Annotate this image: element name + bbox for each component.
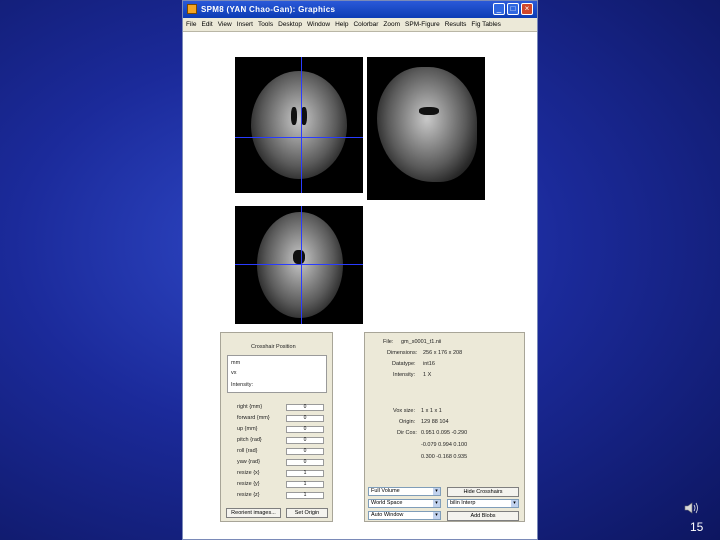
chevron-down-icon: ▾ xyxy=(511,500,518,507)
crosshair-vertical xyxy=(301,206,302,324)
param-field[interactable]: 0 xyxy=(286,459,324,466)
param-label: up {mm} xyxy=(237,426,258,432)
interp-select-value: bilin Interp xyxy=(450,500,476,506)
param-field[interactable]: 0 xyxy=(286,426,324,433)
param-label: right {mm} xyxy=(237,404,263,410)
brain-slice xyxy=(257,212,343,318)
sagittal-view[interactable] xyxy=(367,57,485,200)
window-select-value: Auto Window xyxy=(371,512,404,518)
title-bar[interactable]: SPM8 (YAN Chao-Gan): Graphics _ □ × xyxy=(183,1,537,18)
reorient-images-button[interactable]: Reorient images... xyxy=(226,508,281,518)
dimensions-value: 256 x 176 x 208 xyxy=(423,350,463,356)
info-panel: File: gm_s0001_t1.nii Dimensions: 256 x … xyxy=(364,332,525,522)
intensity-value: 1 X xyxy=(423,372,432,378)
param-label: pitch {rad} xyxy=(237,437,262,443)
param-field[interactable]: 0 xyxy=(286,404,324,411)
param-field[interactable]: 0 xyxy=(286,415,324,422)
menu-tools[interactable]: Tools xyxy=(258,21,273,28)
chevron-down-icon: ▾ xyxy=(433,512,440,519)
intensity-label: Intensity: xyxy=(393,372,416,378)
speaker-icon[interactable] xyxy=(684,501,700,515)
menu-edit[interactable]: Edit xyxy=(201,21,212,28)
param-field[interactable]: 0 xyxy=(286,448,324,455)
reorient-panel: Crosshair Position mm vx Intensity: righ… xyxy=(220,332,333,522)
param-label: resize {x} xyxy=(237,470,260,476)
crosshair-vertical xyxy=(301,57,302,193)
param-label: resize {z} xyxy=(237,492,260,498)
crosshair-horizontal xyxy=(235,137,363,138)
menu-spm-figure[interactable]: SPM-Figure xyxy=(405,21,440,28)
fov-select[interactable]: Full Volume ▾ xyxy=(368,487,441,496)
menu-insert[interactable]: Insert xyxy=(237,21,253,28)
hide-crosshairs-button[interactable]: Hide Crosshairs xyxy=(447,487,519,497)
vox-size-value: 1 x 1 x 1 xyxy=(421,408,442,414)
window-select[interactable]: Auto Window ▾ xyxy=(368,511,441,520)
chevron-down-icon: ▾ xyxy=(433,488,440,495)
list-item: mm xyxy=(231,360,241,366)
brain-slice xyxy=(377,67,477,182)
chevron-down-icon: ▾ xyxy=(433,500,440,507)
list-item: Intensity: xyxy=(231,382,254,388)
axial-view[interactable] xyxy=(235,206,363,324)
set-origin-button[interactable]: Set Origin xyxy=(286,508,328,518)
menu-fig-tables[interactable]: Fig Tables xyxy=(471,21,501,28)
brain-slice xyxy=(251,71,347,179)
param-field[interactable]: 1 xyxy=(286,481,324,488)
file-value: gm_s0001_t1.nii xyxy=(401,339,442,345)
menu-colorbar[interactable]: Colorbar xyxy=(353,21,378,28)
vox-size-label: Vox size: xyxy=(393,408,416,414)
ventricle xyxy=(291,107,297,125)
close-button[interactable]: × xyxy=(521,3,533,15)
param-label: roll {rad} xyxy=(237,448,258,454)
graphics-window: SPM8 (YAN Chao-Gan): Graphics _ □ × File… xyxy=(182,0,538,540)
interp-select[interactable]: bilin Interp ▾ xyxy=(447,499,519,508)
param-label: yaw {rad} xyxy=(237,459,260,465)
menu-results[interactable]: Results xyxy=(445,21,467,28)
dircos-row: 0.300 -0.168 0.935 xyxy=(421,454,468,460)
param-label: forward {mm} xyxy=(237,415,270,421)
dimensions-label: Dimensions: xyxy=(387,350,418,356)
slide-page-number: 15 xyxy=(690,520,704,534)
datatype-value: int16 xyxy=(423,361,435,367)
crosshair-horizontal xyxy=(235,264,363,265)
fov-select-value: Full Volume xyxy=(371,488,400,494)
dircos-row: 0.951 0.095 -0.290 xyxy=(421,430,468,436)
space-select[interactable]: World Space ▾ xyxy=(368,499,441,508)
ventricle xyxy=(293,250,305,264)
maximize-button[interactable]: □ xyxy=(507,3,519,15)
menu-desktop[interactable]: Desktop xyxy=(278,21,302,28)
crosshair-list[interactable]: mm vx Intensity: xyxy=(227,355,327,393)
matlab-icon xyxy=(187,4,197,14)
origin-value: 129 88 104 xyxy=(421,419,449,425)
param-label: resize {y} xyxy=(237,481,260,487)
menu-file[interactable]: File xyxy=(186,21,196,28)
list-item: vx xyxy=(231,370,237,376)
dircos-label: Dir Cos: xyxy=(397,430,417,436)
menu-bar: File Edit View Insert Tools Desktop Wind… xyxy=(183,18,537,32)
param-field[interactable]: 0 xyxy=(286,437,324,444)
coronal-view[interactable] xyxy=(235,57,363,193)
param-field[interactable]: 1 xyxy=(286,492,324,499)
menu-help[interactable]: Help xyxy=(335,21,348,28)
file-label: File: xyxy=(383,339,394,345)
dircos-row: -0.079 0.994 0.100 xyxy=(421,442,468,448)
menu-zoom[interactable]: Zoom xyxy=(383,21,400,28)
minimize-button[interactable]: _ xyxy=(493,3,505,15)
menu-window[interactable]: Window xyxy=(307,21,330,28)
crosshair-position-title: Crosshair Position xyxy=(251,344,296,350)
add-blobs-button[interactable]: Add Blobs xyxy=(447,511,519,521)
window-title: SPM8 (YAN Chao-Gan): Graphics xyxy=(201,5,336,14)
origin-label: Origin: xyxy=(399,419,416,425)
menu-view[interactable]: View xyxy=(218,21,232,28)
ventricle xyxy=(419,107,439,115)
param-field[interactable]: 1 xyxy=(286,470,324,477)
space-select-value: World Space xyxy=(371,500,403,506)
datatype-label: Datatype: xyxy=(392,361,416,367)
